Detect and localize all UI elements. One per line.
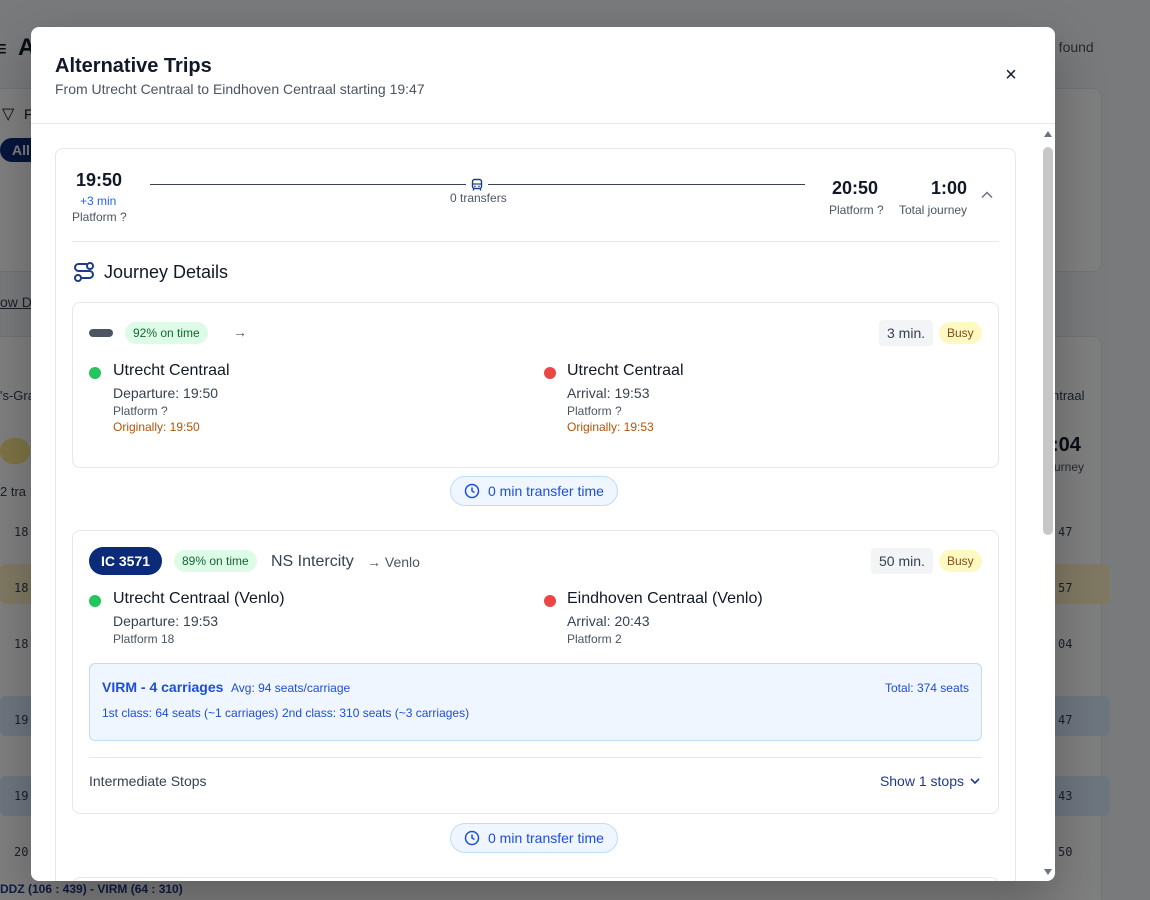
train-number-badge: IC 3571 — [89, 547, 163, 575]
material-total-seats: Total: 374 seats — [884, 681, 969, 695]
journey-duration: 1:00 — [931, 178, 968, 198]
divider — [89, 757, 982, 758]
clock-icon — [464, 830, 480, 846]
train-badge-placeholder — [89, 329, 113, 337]
modal-title: Alternative Trips — [55, 55, 212, 77]
leg-duration: 50 min. — [871, 548, 933, 574]
chevron-down-icon — [970, 778, 980, 785]
crowding-badge: Busy — [939, 322, 982, 344]
transfers-count: 0 transfers — [450, 191, 507, 205]
transfer-time-label: 0 min transfer time — [488, 483, 604, 499]
carrier-name: NS Intercity — [271, 553, 354, 570]
transfer-time-pill: 0 min transfer time — [450, 476, 618, 506]
train-icon — [471, 178, 483, 191]
show-stops-button[interactable]: Show 1 stops — [880, 773, 980, 789]
departure-platform: Platform ? — [113, 404, 168, 418]
route-line — [488, 184, 805, 185]
duration-label: Total journey — [899, 203, 968, 217]
leg-card: 92% on time → 3 min. Busy Utrecht Centra… — [72, 302, 999, 468]
arrival-station: Eindhoven Centraal (Venlo) — [567, 590, 763, 607]
scroll-up-arrow[interactable] — [1044, 131, 1052, 137]
departure-platform: Platform ? — [72, 210, 127, 224]
departure-dot — [89, 367, 101, 379]
alternative-trips-modal: Alternative Trips From Utrecht Centraal … — [31, 27, 1055, 881]
leg-card: IC 3571 89% on time NS Intercity → Venlo… — [72, 530, 999, 814]
chevron-up-icon[interactable] — [981, 189, 993, 201]
material-name: VIRM - 4 carriages — [102, 679, 224, 695]
close-icon[interactable]: × — [1001, 65, 1021, 85]
transfer-time-pill: 0 min transfer time — [450, 823, 618, 853]
arrival-time: 20:50 — [832, 178, 879, 198]
trip-card: 19:50 +3 min Platform ? 0 transfers 20:5… — [55, 148, 1016, 881]
crowding-badge: Busy — [939, 550, 982, 572]
departure-time: 19:50 — [76, 170, 123, 190]
leg-duration: 3 min. — [879, 320, 934, 346]
arrival-platform: Platform ? — [829, 203, 884, 217]
arrival-platform: Platform ? — [567, 404, 622, 418]
arrival-station: Utrecht Centraal — [567, 362, 684, 379]
second-class-seats: 2nd class: 310 seats (~3 carriages) — [282, 706, 470, 720]
departure-time-line: Departure: 19:53 — [113, 613, 219, 629]
modal-header: Alternative Trips From Utrecht Centraal … — [31, 27, 1055, 124]
route-line — [150, 184, 466, 185]
divider — [72, 241, 999, 242]
arrival-dot — [544, 595, 556, 607]
arrival-time-line: Arrival: 19:53 — [567, 385, 650, 401]
departure-dot — [89, 595, 101, 607]
on-time-badge: 89% on time — [174, 550, 257, 572]
journey-details-title: Journey Details — [104, 262, 229, 282]
intermediate-stops-label: Intermediate Stops — [89, 773, 207, 789]
show-stops-label: Show 1 stops — [879, 773, 964, 789]
modal-scrollbar[interactable] — [1043, 131, 1053, 875]
departure-time-line: Departure: 19:50 — [113, 385, 219, 401]
on-time-badge: 92% on time — [125, 322, 208, 344]
original-departure: Originally: 19:50 — [113, 420, 200, 434]
arrival-dot — [544, 367, 556, 379]
train-destination: → Venlo — [367, 554, 420, 570]
modal-body: 19:50 +3 min Platform ? 0 transfers 20:5… — [31, 125, 1055, 881]
scroll-down-arrow[interactable] — [1044, 869, 1052, 875]
arrival-platform: Platform 2 — [567, 632, 622, 646]
transfer-time-label: 0 min transfer time — [488, 830, 604, 846]
leg-card — [72, 877, 999, 881]
clock-icon — [464, 483, 480, 499]
departure-platform: Platform 18 — [113, 632, 175, 646]
departure-station: Utrecht Centraal (Venlo) — [113, 590, 285, 607]
route-icon — [74, 262, 94, 282]
departure-station: Utrecht Centraal — [113, 362, 230, 379]
delay-badge: +3 min — [80, 194, 117, 208]
material-info-box: VIRM - 4 carriages Avg: 94 seats/carriag… — [89, 663, 982, 741]
first-class-seats: 1st class: 64 seats (~1 carriages) — [102, 706, 279, 720]
direction-arrow: → — [233, 324, 247, 340]
arrival-time-line: Arrival: 20:43 — [567, 613, 650, 629]
scroll-thumb[interactable] — [1043, 147, 1053, 535]
original-arrival: Originally: 19:53 — [567, 420, 654, 434]
material-avg-seats: Avg: 94 seats/carriage — [231, 681, 351, 695]
modal-subtitle: From Utrecht Centraal to Eindhoven Centr… — [55, 81, 425, 97]
